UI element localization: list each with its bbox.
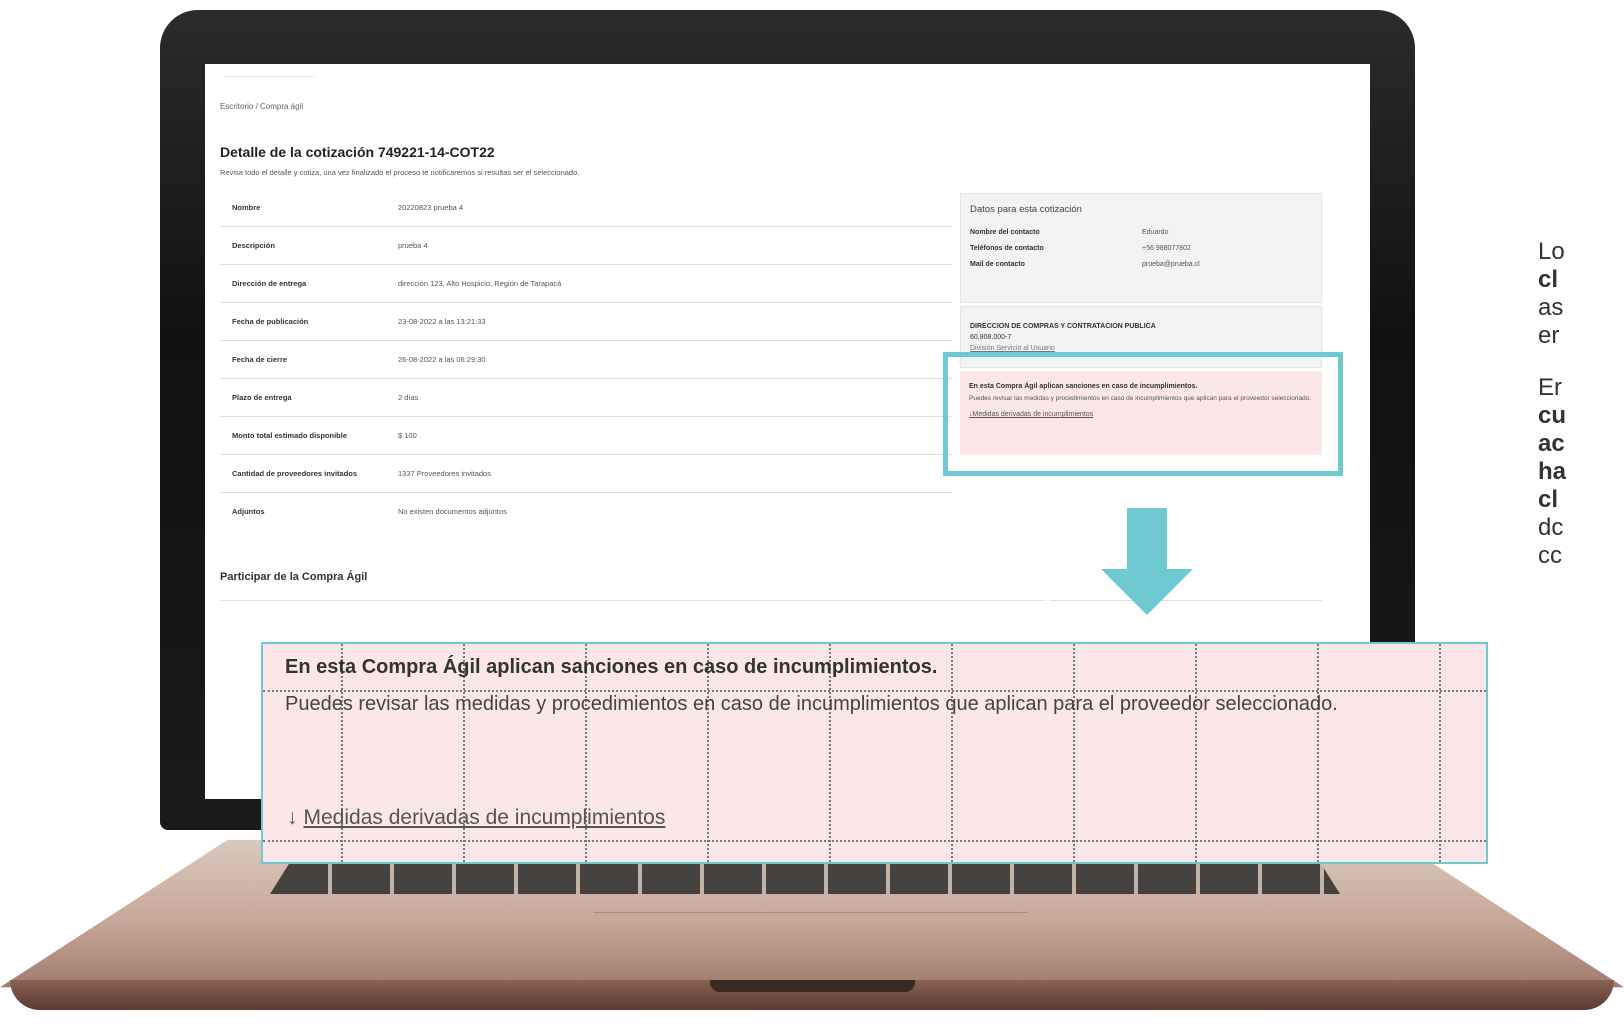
row-value: prueba 4 (398, 241, 428, 250)
row-value: dirección 123, Alto Hospicio, Región de … (398, 279, 562, 288)
row-value: 20220823 prueba 4 (398, 203, 464, 212)
desc-line: ha (1538, 458, 1567, 485)
zoomed-sanctions-link-label: Medidas derivadas de incumplimientos (303, 806, 666, 829)
table-row: Dirección de entrega dirección 123, Alto … (220, 265, 952, 303)
row-label: Fecha de cierre (232, 355, 288, 364)
desc-line: dc (1538, 514, 1564, 541)
desc-line: Lo (1538, 238, 1565, 265)
row-label: Monto total estimado disponible (232, 431, 347, 440)
desc-line: cl (1538, 266, 1559, 293)
table-row: Monto total estimado disponible $ 100 (220, 417, 952, 455)
arrow-head (1101, 569, 1193, 615)
table-row: Fecha de publicación 23-08-2022 a las 13:… (220, 303, 952, 341)
contact-phone-value: +56 988077802 (1142, 245, 1191, 252)
table-row: Descripción prueba 4 (220, 227, 952, 265)
page-title: Detalle de la cotización 749221-14-COT22 (220, 144, 495, 160)
highlight-frame (943, 352, 1343, 476)
organization-rut: 60.808.000-7 (970, 334, 1012, 341)
table-row: Nombre 20220823 prueba 4 (220, 189, 952, 227)
row-value: 26-08-2022 a las 06:29:30 (398, 355, 486, 364)
zoomed-sanctions-title: En esta Compra Ágil aplican sanciones en… (285, 656, 938, 678)
contact-mail-label: Mail de contacto (970, 261, 1025, 268)
contact-name-label: Nombre del contacto (970, 229, 1040, 236)
desc-line: cu (1538, 402, 1567, 429)
zoomed-sanctions-alert: En esta Compra Ágil aplican sanciones en… (261, 642, 1488, 864)
details-table: Nombre 20220823 prueba 4 Descripción prueb… (220, 189, 952, 530)
row-value: $ 100 (398, 431, 417, 440)
row-label: Dirección de entrega (232, 279, 307, 288)
row-value: 1337 Proveedores invitados (398, 469, 491, 478)
participate-heading: Participar de la Compra Ágil (220, 571, 368, 583)
row-label: Nombre (232, 203, 261, 212)
row-label: Descripción (232, 241, 275, 250)
arrow-down-icon: ↓ (287, 806, 298, 829)
desc-line: Er (1538, 374, 1562, 401)
desc-line: er (1538, 322, 1560, 349)
page-subtitle: Revisa todo el detalle y cotiza, una vez… (220, 168, 580, 177)
row-value: 2 días (398, 393, 419, 402)
top-divider (225, 76, 315, 77)
table-row: Cantidad de proveedores invitados 1337 Pr… (220, 455, 952, 493)
row-label: Plazo de entrega (232, 393, 292, 402)
contact-name-value: Eduardo (1142, 229, 1169, 236)
organization-name: DIRECCION DE COMPRAS Y CONTRATACION PUBL… (970, 323, 1156, 330)
contact-heading: Datos para esta cotización (970, 204, 1082, 215)
zoomed-sanctions-link[interactable]: ↓ Medidas derivadas de incumplimientos (287, 806, 665, 830)
row-label: Cantidad de proveedores invitados (232, 469, 358, 478)
contact-phone-label: Teléfonos de contacto (970, 245, 1044, 252)
participate-divider (220, 600, 1045, 601)
contact-mail-value: prueba@prueba.cl (1142, 261, 1200, 268)
desc-line: cl (1538, 486, 1559, 513)
row-label: Fecha de publicación (232, 317, 309, 326)
keyboard (270, 860, 1340, 894)
desc-line: cc (1538, 542, 1562, 569)
table-row: Fecha de cierre 26-08-2022 a las 06:29:30 (220, 341, 952, 379)
trackpad (580, 912, 1042, 984)
arrow-down-icon (1127, 508, 1167, 570)
contact-card: Datos para esta cotización Nombre del co… (960, 193, 1322, 303)
desc-line: as (1538, 294, 1564, 321)
desc-line: ac (1538, 430, 1565, 457)
row-value: 23-08-2022 a las 13:21:33 (398, 317, 486, 326)
breadcrumb[interactable]: Escritorio / Compra ágil (220, 102, 303, 111)
row-label: Adjuntos (232, 507, 265, 516)
row-value: No existen documentos adjuntos (398, 507, 507, 516)
table-row: Plazo de entrega 2 días (220, 379, 952, 417)
table-row: Adjuntos No existen documentos adjuntos (220, 493, 952, 530)
side-description: Lo cl as er Er cu ac ha cl dc cc (1538, 238, 1624, 594)
zoomed-sanctions-text: Puedes revisar las medidas y procedimien… (285, 693, 1338, 715)
